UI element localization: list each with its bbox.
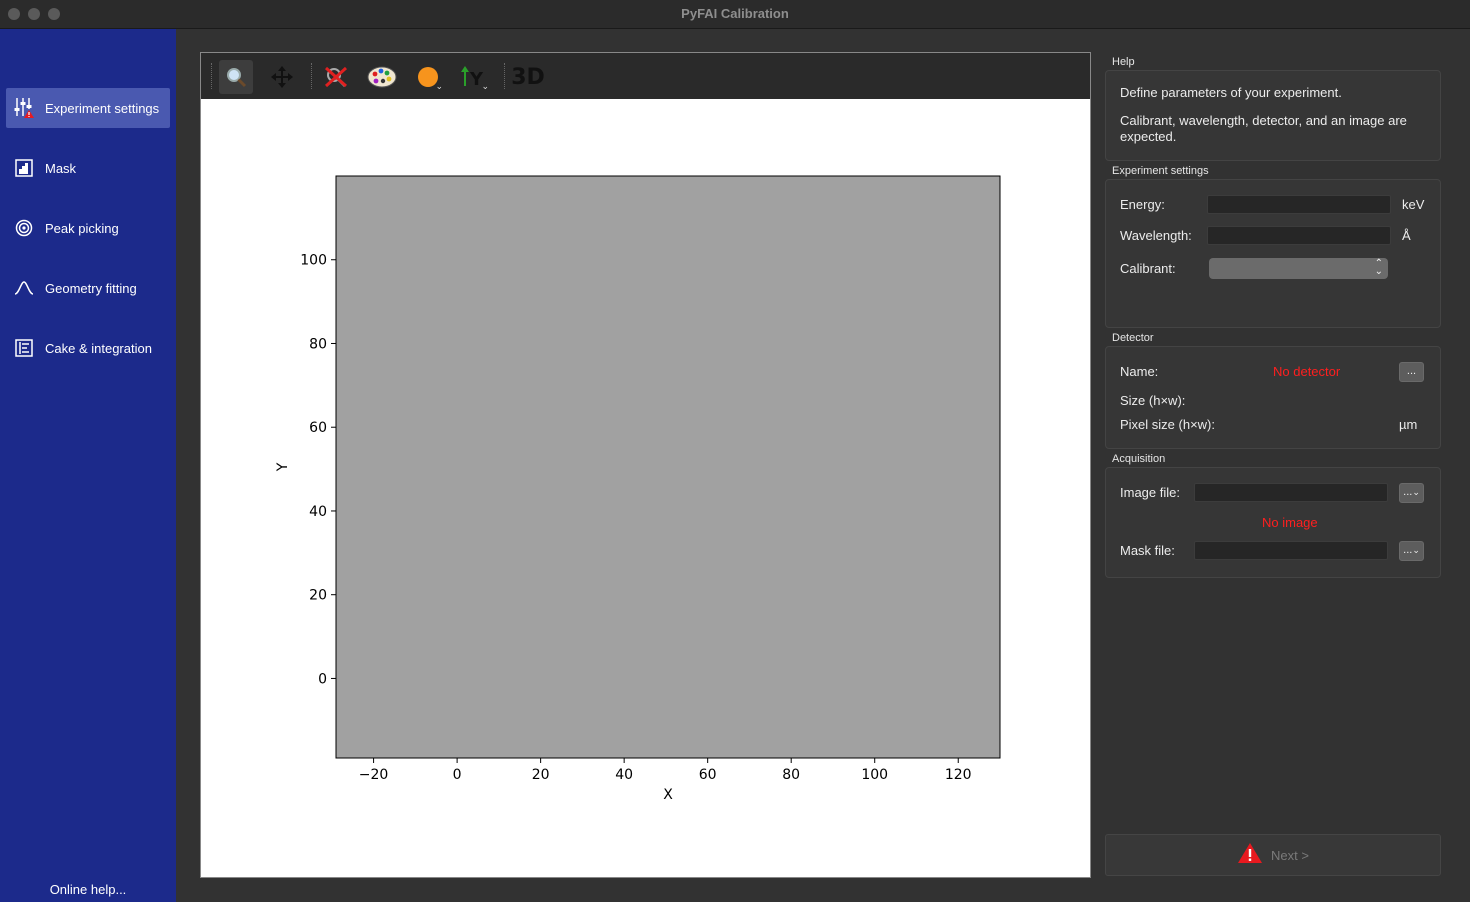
help-line-1: Define parameters of your experiment. <box>1120 85 1342 100</box>
plot-widget: ⌄ Y ⌄ 3D −20 0 20 40 60 80 100 120 0 20 40 60 80 100… <box>200 52 1091 878</box>
sidebar-item-geometry-fitting[interactable]: Geometry fitting <box>6 268 170 308</box>
toolbar-separator <box>211 63 213 89</box>
sidebar-item-label: Mask <box>45 160 77 176</box>
sidebar-item-label: Experiment settings <box>45 100 160 116</box>
pixel-size-unit: µm <box>1399 417 1418 432</box>
sidebar-item-mask[interactable]: Mask <box>6 148 170 188</box>
x-axis: −20 0 20 40 60 80 100 120 <box>359 758 972 783</box>
mask-browse-label: ... <box>1403 544 1413 556</box>
image-browse-label: ... <box>1403 486 1413 498</box>
y-tick-label: 60 <box>309 420 327 436</box>
mask-icon <box>14 158 34 178</box>
sidebar-item-experiment-settings[interactable]: Experiment settings <box>6 88 170 128</box>
x-tick-label: 120 <box>945 767 972 783</box>
peak-curve-icon <box>14 278 34 298</box>
sidebar-item-label: Cake & integration <box>45 340 152 356</box>
sidebar-item-cake-integration[interactable]: Cake & integration <box>6 328 170 368</box>
y-tick-label: 0 <box>318 671 327 687</box>
image-status: No image <box>1262 515 1318 530</box>
wavelength-field[interactable] <box>1207 226 1391 245</box>
chevron-down-icon: ⌄ <box>1412 545 1420 555</box>
pixel-size-label: Pixel size (h×w): <box>1120 417 1215 432</box>
pan-icon[interactable] <box>265 60 299 94</box>
y-tick-label: 100 <box>300 253 327 269</box>
help-group-title: Help <box>1112 56 1135 68</box>
y-tick-label: 80 <box>309 336 327 352</box>
y-tick-label: 40 <box>309 504 327 520</box>
toolbar-separator <box>311 63 313 89</box>
integration-icon <box>14 338 34 358</box>
sliders-warning-icon <box>14 98 34 118</box>
energy-field[interactable] <box>1207 195 1391 214</box>
online-help-link[interactable]: Online help... <box>0 882 176 897</box>
sidebar-item-label: Geometry fitting <box>45 280 137 296</box>
x-tick-label: 0 <box>453 767 462 783</box>
x-tick-label: 60 <box>699 767 717 783</box>
wavelength-label: Wavelength: <box>1120 228 1192 243</box>
sidebar-item-peak-picking[interactable]: Peak picking <box>6 208 170 248</box>
sidebar: Experiment settings Mask Peak picking Ge… <box>0 29 176 902</box>
x-axis-label: X <box>663 787 673 803</box>
3d-label: 3D <box>511 64 545 90</box>
next-button[interactable]: Next > <box>1105 834 1441 876</box>
mask-file-label: Mask file: <box>1120 543 1175 558</box>
acquisition-group-title: Acquisition <box>1112 453 1166 465</box>
image-file-browse-button[interactable]: ...⌄ <box>1399 483 1424 503</box>
toolbar-separator <box>504 63 506 89</box>
detector-size-label: Size (h×w): <box>1120 393 1186 408</box>
plot-toolbar: ⌄ Y ⌄ 3D <box>201 53 1090 99</box>
calibrant-label: Calibrant: <box>1120 261 1176 276</box>
energy-unit: keV <box>1402 197 1425 212</box>
detector-group-title: Detector <box>1112 332 1154 344</box>
warning-icon <box>1237 842 1263 869</box>
x-tick-label: 40 <box>615 767 633 783</box>
y-axis-icon[interactable]: Y ⌄ <box>457 60 491 94</box>
image-file-field[interactable] <box>1194 483 1388 502</box>
plot-canvas[interactable]: −20 0 20 40 60 80 100 120 0 20 40 60 80 100 X Y <box>201 99 1090 877</box>
x-tick-label: 100 <box>861 767 888 783</box>
y-axis-label: Y <box>275 462 291 472</box>
mask-color-icon[interactable]: ⌄ <box>411 60 445 94</box>
mask-file-browse-button[interactable]: ...⌄ <box>1399 541 1424 561</box>
mask-file-field[interactable] <box>1194 541 1388 560</box>
experiment-group-title: Experiment settings <box>1112 165 1209 177</box>
zoom-icon[interactable] <box>219 60 253 94</box>
energy-label: Energy: <box>1120 197 1165 212</box>
x-tick-label: 80 <box>782 767 800 783</box>
next-label: Next > <box>1271 847 1309 863</box>
detector-name-label: Name: <box>1120 364 1159 379</box>
rings-icon <box>14 218 34 238</box>
chevron-down-icon: ⌄ <box>1412 487 1420 497</box>
window-title: PyFAI Calibration <box>681 6 789 21</box>
title-bar: PyFAI Calibration <box>0 0 1470 29</box>
x-tick-label: −20 <box>359 767 389 783</box>
colormap-icon[interactable] <box>365 60 399 94</box>
reset-zoom-icon[interactable] <box>319 60 353 94</box>
image-file-label: Image file: <box>1120 485 1180 500</box>
wavelength-unit: Å <box>1402 228 1411 243</box>
chevron-updown-icon: ⌃ ⌄ <box>1374 258 1383 277</box>
chevron-down-icon: ⌄ <box>435 81 443 91</box>
y-axis: 0 20 40 60 80 100 <box>300 253 336 687</box>
x-tick-label: 20 <box>532 767 550 783</box>
help-line-2: Calibrant, wavelength, detector, and an … <box>1120 113 1407 144</box>
detector-browse-button[interactable]: ... <box>1399 362 1424 382</box>
image-area[interactable] <box>335 175 1001 759</box>
sidebar-item-label: Peak picking <box>45 220 119 236</box>
y-tick-label: 20 <box>309 588 327 604</box>
detector-name-value: No detector <box>1273 364 1341 379</box>
calibrant-select[interactable]: ⌃ ⌄ <box>1209 258 1388 279</box>
chevron-down-icon: ⌄ <box>481 81 489 91</box>
3d-icon[interactable]: 3D <box>511 60 545 94</box>
